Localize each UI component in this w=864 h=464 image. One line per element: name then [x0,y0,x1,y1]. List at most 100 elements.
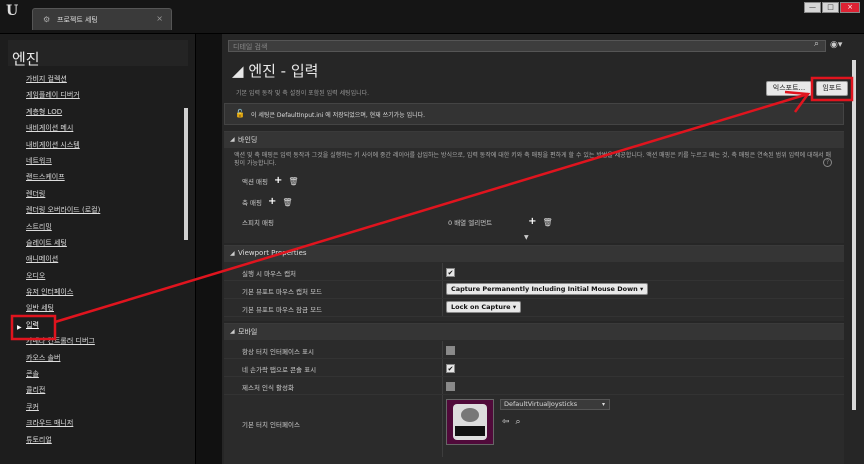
joystick-image [453,404,487,440]
eye-icon[interactable]: ◉▾ [830,40,842,50]
category-item[interactable]: 애니메이션 [26,254,100,270]
binding-header[interactable]: ◢ 바인딩 [224,132,844,148]
category-item[interactable]: 가비지 컬렉션 [26,74,100,90]
capture-mode-dropdown[interactable]: Capture Permanently Including Initial Mo… [446,283,649,295]
category-item[interactable]: 렌더링 [26,189,100,205]
category-item[interactable]: 콘솔 [26,369,100,385]
viewport-section: ◢ Viewport Properties 실행 시 마우스 캡처 ✔ 기본 뷰… [224,245,844,321]
collapse-arrow-icon: ◢ [230,250,235,257]
close-window-button[interactable]: × [840,2,860,13]
capture-mode-value: Capture Permanently Including Initial Mo… [451,285,638,293]
category-item[interactable]: 입력 [26,320,100,336]
category-item[interactable]: 네트워크 [26,156,100,172]
four-finger-console-label: 네 손가락 탭으로 콘솔 표시 [242,366,317,374]
category-item[interactable]: 오디오 [26,271,100,287]
lock-mode-dropdown[interactable]: Lock on Capture ▾ [446,301,522,313]
category-item[interactable]: 내비게이션 메시 [26,123,100,139]
column-divider [442,341,443,358]
gesture-recognizer-label: 제스처 인식 활성화 [242,384,294,392]
viewport-header-label: Viewport Properties [238,249,307,257]
viewport-row: 실행 시 마우스 캡처 ✔ [224,263,844,281]
browse-search-icon[interactable]: ⌕ [516,417,521,427]
speech-mapping-value: 0 배열 엘리먼트 [448,219,493,227]
tab-project-settings[interactable]: ⚙ 프로젝트 세팅 × [32,8,172,30]
speech-mapping-row: 스피치 매핑 [242,217,274,227]
add-action-mapping-icon[interactable]: + [274,176,282,186]
category-item[interactable]: 카오스 솔버 [26,353,100,369]
column-divider [442,263,443,280]
category-item[interactable]: 쿠커 [26,402,100,418]
mobile-header[interactable]: ◢ 모바일 [224,324,844,340]
binding-section: ◢ 바인딩 액션 및 축 매핑은 입력 동작과 그것을 실행하는 키 사이에 중… [224,131,844,243]
action-mapping-label: 액션 매핑 [242,178,268,186]
add-speech-mapping-icon[interactable]: + [528,217,536,227]
dropdown-caret-icon: ▾ [601,401,605,408]
tab-close-icon[interactable]: × [156,14,163,23]
export-button[interactable]: 익스포트... [766,81,812,96]
expand-arrow-icon[interactable]: ▼ [524,234,529,241]
mobile-section: ◢ 모바일 항상 터치 인터페이스 표시 네 손가락 탭으로 콘솔 표시 ✔ 제… [224,323,844,464]
gesture-recognizer-checkbox[interactable] [446,382,455,391]
column-divider [442,377,443,394]
category-list: 가비지 컬렉션 게임플레이 디버거 계층형 LOD 내비게이션 메시 내비게이션 시스템… [26,74,100,451]
category-item[interactable]: 유저 인터페이스 [26,287,100,303]
category-item[interactable]: 튜토리얼 [26,435,100,451]
minimize-button[interactable]: — [804,2,821,13]
category-item[interactable]: 카메라 컨트롤러 디버그 [26,336,100,352]
selected-arrow-icon: ▶ [17,324,22,331]
maximize-button[interactable]: □ [822,2,839,13]
binding-header-label: 바인딩 [238,136,258,144]
category-item[interactable]: 랜드스케이프 [26,172,100,188]
notice-text: 이 세팅은 DefaultInput.ini 에 저장되었으며, 현재 쓰기가능… [251,112,426,119]
lock-mode-label: 기본 뷰포트 마우스 잠금 모드 [242,306,323,314]
viewport-row: 기본 뷰포트 마우스 캡처 모드 Capture Permanently Inc… [224,281,844,299]
collapse-arrow-icon: ◢ [230,328,235,335]
column-divider [442,299,443,316]
import-button[interactable]: 임포트 [816,81,848,96]
viewport-header[interactable]: ◢ Viewport Properties [224,246,844,262]
category-scrollbar[interactable] [184,108,188,240]
mobile-row: 제스처 인식 활성화 [224,377,844,395]
binding-description: 액션 및 축 매핑은 입력 동작과 그것을 실행하는 키 사이에 중간 레이어를… [234,152,832,167]
category-item[interactable]: 스트리밍 [26,222,100,238]
category-item[interactable]: 게임플레이 디버거 [26,90,100,106]
joystick-thumbnail[interactable] [446,399,494,445]
always-touch-checkbox[interactable] [446,346,455,355]
touch-interface-value: DefaultVirtualJoysticks [504,400,578,408]
mouse-capture-label: 실행 시 마우스 캡처 [242,270,297,278]
category-item[interactable]: 내비게이션 시스템 [26,140,100,156]
touch-interface-label: 기본 터치 인터페이스 [242,421,300,429]
category-item[interactable]: 계층형 LOD [26,107,100,123]
mobile-row: 기본 터치 인터페이스 DefaultVirtualJoysticks ▾ ⇦ ⌕ [224,395,844,457]
category-item[interactable]: 콜리전 [26,385,100,401]
details-search-input[interactable]: 디테일 검색 [228,40,826,52]
asset-tools: ⇦ ⌕ [502,417,521,427]
mouse-capture-checkbox[interactable]: ✔ [446,268,455,277]
lock-mode-value: Lock on Capture [451,303,511,311]
category-item[interactable]: 슬레이트 세팅 [26,238,100,254]
search-placeholder: 디테일 검색 [233,43,268,51]
add-axis-mapping-icon[interactable]: + [268,197,276,207]
use-selected-arrow-icon[interactable]: ⇦ [502,417,510,427]
speech-mapping-value-row: 0 배열 엘리먼트 + 🗑 [448,217,553,228]
unreal-logo-icon: U [6,3,19,19]
mobile-row: 네 손가락 탭으로 콘솔 표시 ✔ [224,359,844,377]
settings-category-panel: 엔진 가비지 컬렉션 게임플레이 디버거 계층형 LOD 내비게이션 메시 내비게이션 … [0,34,196,464]
mobile-row: 항상 터치 인터페이스 표시 [224,341,844,359]
page-title: ◢ 엔진 - 입력 [232,62,319,80]
delete-axis-mapping-icon[interactable]: 🗑 [282,198,292,207]
page-title-text: 엔진 - 입력 [248,62,319,80]
category-item[interactable]: 렌더링 오버라이드 (로컬) [26,205,100,221]
lock-icon: 🔓 [235,109,245,118]
touch-interface-asset-picker[interactable]: DefaultVirtualJoysticks ▾ [500,399,610,410]
collapse-arrow-icon: ◢ [230,136,235,143]
category-item[interactable]: 일반 세팅 [26,303,100,319]
column-divider [442,281,443,298]
delete-action-mapping-icon[interactable]: 🗑 [288,177,298,186]
delete-speech-mapping-icon[interactable]: 🗑 [543,218,553,227]
category-item[interactable]: 크라우드 매니저 [26,418,100,434]
search-icon[interactable]: ⌕ [814,39,819,49]
help-icon[interactable]: ? [823,158,832,167]
details-scrollbar[interactable] [852,60,856,410]
four-finger-console-checkbox[interactable]: ✔ [446,364,455,373]
